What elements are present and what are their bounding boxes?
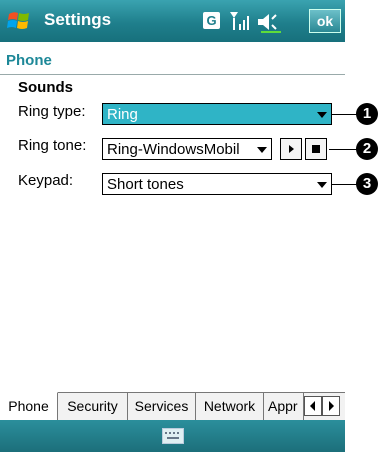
chevron-down-icon	[317, 182, 327, 188]
play-button[interactable]	[280, 138, 302, 160]
play-icon	[289, 145, 294, 153]
ring-tone-value: Ring-WindowsMobil	[107, 141, 240, 158]
ring-type-dropdown[interactable]: Ring	[102, 103, 332, 125]
tab-services[interactable]: Services	[128, 393, 196, 420]
chevron-down-icon	[317, 112, 327, 118]
ring-tone-dropdown[interactable]: Ring-WindowsMobil	[102, 138, 272, 160]
title-bar: Settings G ok	[0, 0, 345, 42]
tab-phone[interactable]: Phone	[0, 392, 58, 420]
callout-line-2	[329, 149, 358, 150]
ok-button[interactable]: ok	[309, 9, 341, 33]
tab-bar: Phone Security Services Network Appr	[0, 392, 345, 421]
volume-icon[interactable]	[255, 10, 283, 34]
tab-scroll-left-button[interactable]	[304, 396, 322, 416]
callout-2: 2	[356, 138, 378, 160]
keyboard-icon[interactable]	[162, 428, 184, 444]
callout-line-1	[332, 114, 358, 115]
arrow-left-icon	[310, 401, 315, 411]
keypad-dropdown[interactable]: Short tones	[102, 173, 332, 195]
callout-line-3	[332, 184, 358, 185]
stop-icon	[312, 145, 320, 153]
keypad-value: Short tones	[107, 176, 184, 193]
device-screen: Settings G ok Phone Sounds Ring type: Ri…	[0, 0, 345, 452]
soft-key-bar	[0, 420, 345, 452]
tab-network[interactable]: Network	[196, 393, 264, 420]
tab-scroll-right-button[interactable]	[322, 396, 340, 416]
stop-button[interactable]	[305, 138, 327, 160]
arrow-right-icon	[329, 401, 334, 411]
ring-type-label: Ring type:	[18, 103, 86, 120]
chevron-down-icon	[257, 147, 267, 153]
section-heading: Sounds	[18, 79, 73, 96]
callout-1: 1	[356, 103, 378, 125]
tab-appr[interactable]: Appr	[264, 393, 304, 420]
windows-start-icon[interactable]	[6, 8, 32, 34]
keypad-label: Keypad:	[18, 172, 74, 189]
ring-tone-label: Ring tone:	[18, 137, 87, 154]
callout-3: 3	[356, 173, 378, 195]
tab-security[interactable]: Security	[58, 393, 128, 420]
app-title: Settings	[44, 10, 112, 29]
title-divider	[0, 74, 345, 75]
page-title: Phone	[6, 52, 52, 69]
ring-type-value: Ring	[107, 106, 138, 123]
gprs-indicator: G	[203, 12, 220, 29]
signal-icon[interactable]	[228, 9, 252, 33]
